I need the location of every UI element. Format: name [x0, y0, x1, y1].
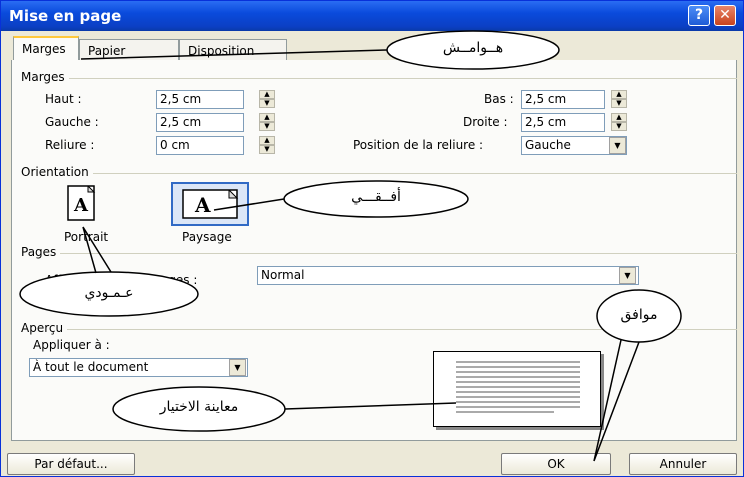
tab-papier[interactable]: Papier [79, 39, 179, 61]
callout-landscape-text: أفــقـــي [351, 189, 401, 205]
apercu-group-label: Aperçu [21, 321, 68, 335]
apply-to-select[interactable]: À tout le document [29, 358, 248, 377]
reliure-label: Reliure : [45, 138, 95, 152]
margins-group-line [21, 78, 737, 79]
svg-text:A: A [194, 193, 211, 217]
tab-disposition[interactable]: Disposition [179, 39, 287, 61]
haut-stepper[interactable]: ▲ ▼ [259, 90, 275, 109]
droite-field[interactable]: 2,5 cm [521, 113, 605, 132]
gauche-stepper[interactable]: ▲ ▼ [259, 113, 275, 132]
portrait-option[interactable]: A [46, 182, 116, 230]
chevron-down-icon[interactable]: ▼ [229, 359, 246, 376]
orientation-group-line [21, 173, 737, 174]
preview-page [433, 351, 601, 427]
haut-field[interactable]: 2,5 cm [156, 90, 244, 109]
preview-lines [456, 361, 580, 413]
margins-group-label: Marges [21, 70, 69, 84]
callout-ok-text: موافق [620, 307, 658, 323]
position-reliure-label: Position de la reliure : [353, 138, 484, 152]
bas-label: Bas : [484, 92, 514, 106]
cancel-button[interactable]: Annuler [629, 453, 737, 475]
haut-label: Haut : [45, 92, 82, 106]
portrait-page-icon: A [67, 185, 96, 221]
multiple-pages-select[interactable]: Normal [257, 266, 639, 285]
callout-portrait-text: عـمـودي [84, 285, 134, 301]
chevron-down-icon[interactable]: ▼ [609, 137, 626, 154]
chevron-down-icon[interactable]: ▼ [619, 267, 636, 284]
reliure-field[interactable]: 0 cm [156, 136, 244, 155]
apercu-group-line [21, 329, 737, 330]
help-icon[interactable]: ? [688, 5, 710, 26]
tab-panel [11, 60, 737, 441]
title-bar: Mise en page ? ✕ [1, 1, 743, 31]
ok-button[interactable]: OK [501, 453, 611, 475]
pages-group-line [21, 253, 737, 254]
orientation-group-label: Orientation [21, 165, 93, 179]
callout-preview-text: معاينة الاختيار [159, 399, 239, 415]
close-icon[interactable]: ✕ [714, 5, 736, 26]
portrait-label: Portrait [64, 230, 109, 244]
default-button[interactable]: Par défaut... [7, 453, 135, 475]
paysage-option[interactable]: A [171, 182, 249, 226]
reliure-stepper[interactable]: ▲ ▼ [259, 136, 275, 155]
svg-text:A: A [73, 195, 89, 216]
gauche-label: Gauche : [45, 115, 99, 129]
bas-field[interactable]: 2,5 cm [521, 90, 605, 109]
gauche-field[interactable]: 2,5 cm [156, 113, 244, 132]
pages-group-label: Pages [21, 245, 61, 259]
paysage-label: Paysage [182, 230, 232, 244]
apply-to-label: Appliquer à : [33, 338, 110, 352]
page-setup-dialog: Mise en page ? ✕ Marges Papier Dispositi… [0, 0, 744, 477]
droite-stepper[interactable]: ▲ ▼ [611, 113, 627, 132]
droite-label: Droite : [463, 115, 508, 129]
bas-stepper[interactable]: ▲ ▼ [611, 90, 627, 109]
landscape-page-icon: A [182, 189, 239, 219]
tab-marges[interactable]: Marges [13, 36, 79, 61]
window-title: Mise en page [9, 7, 122, 25]
callout-margins-text: هــوامــش [442, 40, 504, 56]
